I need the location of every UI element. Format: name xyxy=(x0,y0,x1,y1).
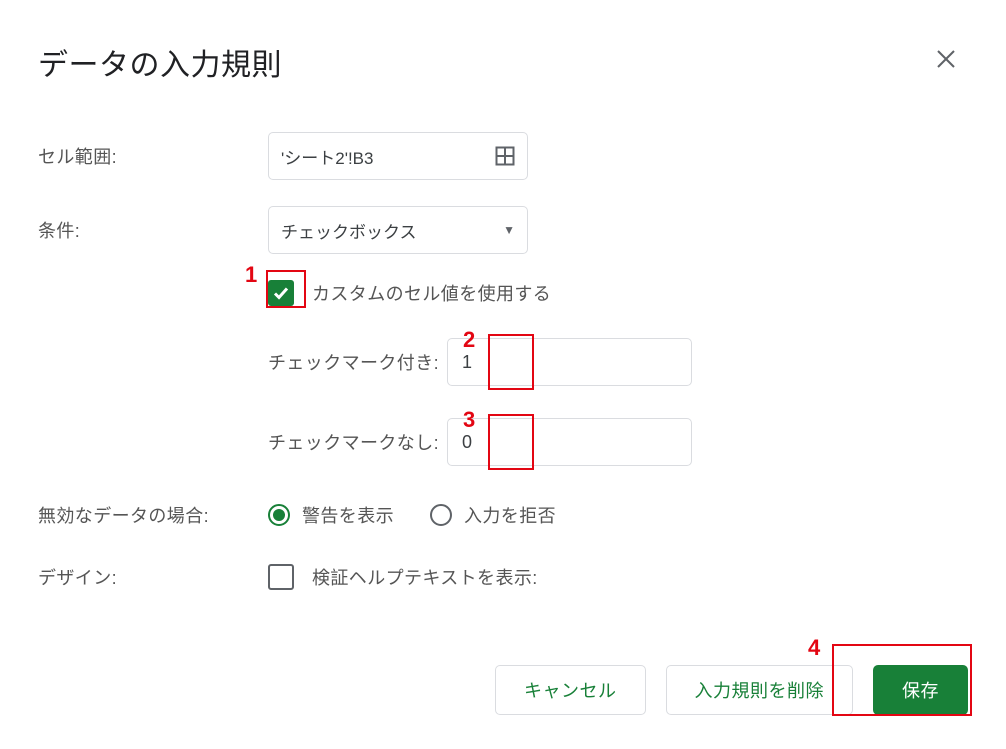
select-range-icon[interactable] xyxy=(495,146,515,166)
condition-label: 条件: xyxy=(38,217,268,243)
on-invalid-label: 無効なデータの場合: xyxy=(38,502,268,528)
data-validation-dialog: データの入力規則 セル範囲: 'シート2'!B3 条件: xyxy=(0,0,1006,749)
save-button[interactable]: 保存 xyxy=(873,665,968,715)
radio-reject-input[interactable] xyxy=(430,504,452,526)
checked-value-input[interactable] xyxy=(460,351,679,374)
remove-validation-button[interactable]: 入力規則を削除 xyxy=(666,665,854,715)
radio-show-warning-label: 警告を表示 xyxy=(302,502,394,528)
caret-down-icon: ▼ xyxy=(503,223,515,237)
radio-reject-input-label: 入力を拒否 xyxy=(464,502,556,528)
unchecked-value-input-wrap xyxy=(447,418,692,466)
unchecked-value-label: チェックマークなし: xyxy=(268,429,439,455)
condition-value: チェックボックス xyxy=(281,218,417,243)
cell-range-value: 'シート2'!B3 xyxy=(281,144,373,169)
remove-validation-button-label: 入力規則を削除 xyxy=(695,677,825,703)
show-help-text-label: 検証ヘルプテキストを表示: xyxy=(312,564,538,590)
close-button[interactable] xyxy=(934,50,958,74)
cell-range-label: セル範囲: xyxy=(38,143,268,169)
save-button-label: 保存 xyxy=(902,677,939,703)
dialog-title: データの入力規則 xyxy=(38,40,968,84)
cancel-button-label: キャンセル xyxy=(524,677,617,703)
condition-dropdown[interactable]: チェックボックス ▼ xyxy=(268,206,528,254)
unchecked-value-input[interactable] xyxy=(460,431,679,454)
dialog-button-row: キャンセル 入力規則を削除 保存 xyxy=(495,665,968,715)
checked-value-input-wrap xyxy=(447,338,692,386)
checked-value-label: チェックマーク付き: xyxy=(268,349,439,375)
annotation-number-4: 4 xyxy=(808,635,820,661)
radio-show-warning[interactable] xyxy=(268,504,290,526)
use-custom-values-label: カスタムのセル値を使用する xyxy=(312,280,551,306)
design-label: デザイン: xyxy=(38,564,268,590)
show-help-text-checkbox[interactable] xyxy=(268,564,294,590)
cell-range-input[interactable]: 'シート2'!B3 xyxy=(268,132,528,180)
cancel-button[interactable]: キャンセル xyxy=(495,665,646,715)
close-icon xyxy=(935,48,957,77)
use-custom-values-checkbox[interactable] xyxy=(268,280,294,306)
